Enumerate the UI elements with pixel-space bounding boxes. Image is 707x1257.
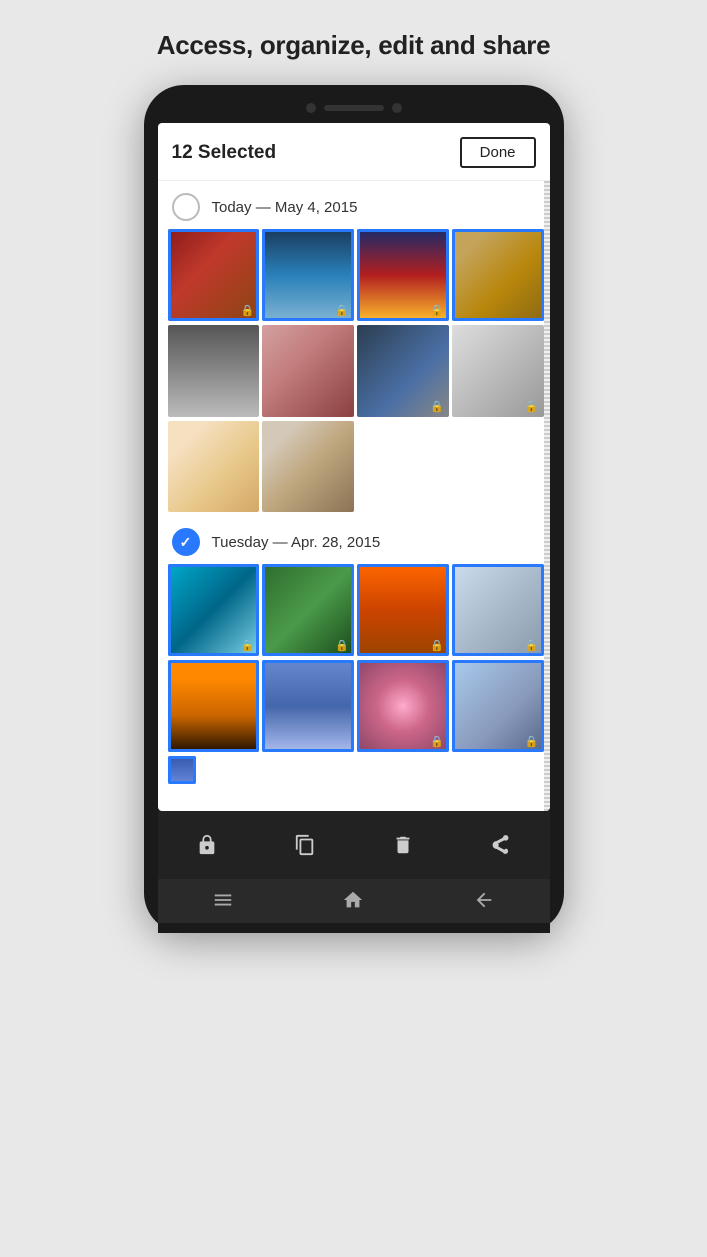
lock-icon: 🔒 [335,304,349,317]
lock-icon: 🔒 [430,735,444,748]
lock-icon: 🔒 [525,735,539,748]
photo-item[interactable] [168,421,260,513]
done-button[interactable]: Done [460,137,536,168]
lock-icon: 🔒 [241,639,255,652]
menu-nav-button[interactable] [212,889,234,911]
lock-icon: 🔒 [430,304,444,317]
app-header: 12 Selected Done [158,123,550,181]
photo-scroll-area[interactable]: Today — May 4, 2015 🔒 🔒 🔒 [158,181,550,811]
lock-icon: 🔒 [525,400,539,413]
apr-row-2: 🔒 🔒 [168,660,544,752]
photo-item[interactable]: 🔒 [452,564,544,656]
sensor-dot [392,103,402,113]
lock-icon: 🔒 [430,639,444,652]
section-today-header[interactable]: Today — May 4, 2015 [168,181,544,229]
scroll-track [544,181,550,811]
photo-item[interactable]: 🔒 [452,325,544,417]
home-nav-button[interactable] [342,889,364,911]
delete-action-button[interactable] [381,823,425,867]
phone-bottom [158,811,550,933]
photo-item[interactable]: 🔒 [262,564,354,656]
photo-content: Today — May 4, 2015 🔒 🔒 🔒 [158,181,550,784]
today-select-circle[interactable] [172,193,200,221]
today-row-2: 🔒 🔒 [168,325,544,417]
today-section-label: Today — May 4, 2015 [212,199,358,216]
back-nav-button[interactable] [473,889,495,911]
today-row-1: 🔒 🔒 🔒 [168,229,544,321]
camera-dot [306,103,316,113]
apr-select-circle[interactable] [172,528,200,556]
lock-icon: 🔒 [525,639,539,652]
copy-action-button[interactable] [283,823,327,867]
lock-icon: 🔒 [241,304,255,317]
scroll-thumb [544,181,550,811]
photo-item[interactable]: 🔒 [357,325,449,417]
photo-item[interactable] [168,756,196,784]
lock-action-button[interactable] [185,823,229,867]
photo-item[interactable]: 🔒 [452,660,544,752]
photo-item[interactable] [168,325,260,417]
section-apr-header[interactable]: Tuesday — Apr. 28, 2015 [168,516,544,564]
apr-row-3 [168,756,544,784]
photo-item[interactable]: 🔒 [357,229,449,321]
apr-row-1: 🔒 🔒 🔒 🔒 [168,564,544,656]
phone-top-bar [158,103,550,113]
selected-count-label: 12 Selected [172,142,277,164]
action-toolbar [158,811,550,879]
photo-item[interactable]: 🔒 [168,229,260,321]
phone-device: 12 Selected Done Today — May 4, 2015 🔒 [144,85,564,933]
speaker-grille [324,105,384,111]
photo-item[interactable] [262,660,354,752]
photo-item[interactable] [452,229,544,321]
photo-item[interactable] [168,660,260,752]
lock-icon: 🔒 [335,639,349,652]
photo-item[interactable]: 🔒 [168,564,260,656]
photo-item[interactable] [262,421,354,513]
apr-section-label: Tuesday — Apr. 28, 2015 [212,534,381,551]
nav-bar [158,879,550,923]
photo-item[interactable]: 🔒 [357,660,449,752]
photo-item[interactable]: 🔒 [262,229,354,321]
lock-icon: 🔒 [430,400,444,413]
today-row-3 [168,421,544,513]
phone-screen: 12 Selected Done Today — May 4, 2015 🔒 [158,123,550,811]
photo-item[interactable] [262,325,354,417]
photo-item[interactable]: 🔒 [357,564,449,656]
share-action-button[interactable] [479,823,523,867]
page-title: Access, organize, edit and share [157,30,551,61]
